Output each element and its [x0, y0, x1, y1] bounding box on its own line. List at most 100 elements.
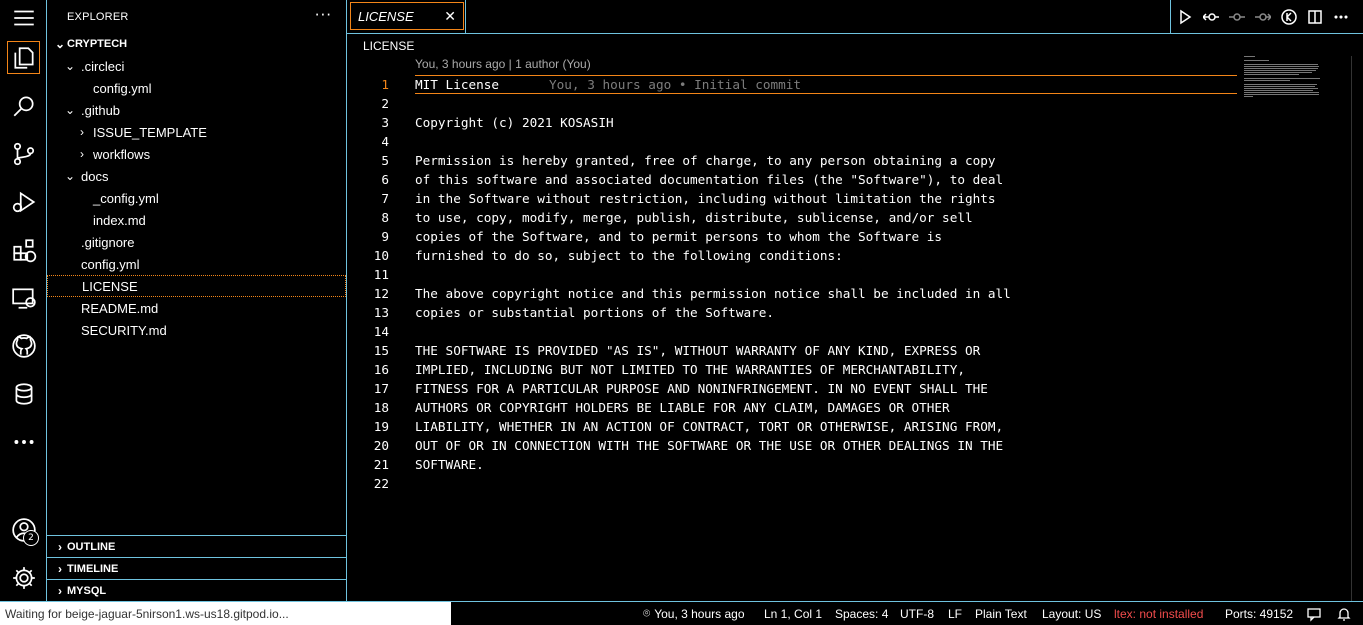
code-line[interactable]: 20 OUT OF OR IN CONNECTION WITH THE SOFTW…	[347, 436, 1237, 455]
next-change-icon[interactable]	[1253, 7, 1273, 27]
line-number: 3	[381, 115, 389, 130]
code-line[interactable]: 4	[347, 132, 1237, 151]
tree-item[interactable]: config.yml	[47, 77, 346, 99]
code-line[interactable]: 8 to use, copy, modify, merge, publish, d…	[347, 208, 1237, 227]
vertical-scrollbar[interactable]	[1351, 56, 1352, 601]
code-line[interactable]: 12 The above copyright notice and this pe…	[347, 284, 1237, 303]
explorer-title: EXPLORER	[67, 10, 129, 23]
split-editor-icon[interactable]	[1305, 7, 1325, 27]
more-icon[interactable]	[7, 425, 40, 458]
notifications-bell-icon[interactable]	[1336, 602, 1352, 625]
close-icon[interactable]: ✕	[444, 8, 456, 25]
minimap-line	[1244, 80, 1290, 81]
explorer-more-button[interactable]: ···	[315, 6, 332, 24]
line-text: THE SOFTWARE IS PROVIDED "AS IS", WITHOU…	[415, 343, 981, 358]
code-line[interactable]: 9 copies of the Software, and to permit p…	[347, 227, 1237, 246]
code-line[interactable]: 13 copies or substantial portions of the …	[347, 303, 1237, 322]
ltex-status[interactable]: ltex: not installed	[1114, 602, 1203, 625]
timeline-label: TIMELINE	[67, 562, 119, 575]
remote-explorer-icon[interactable]	[7, 281, 40, 314]
tree-item[interactable]: .gitignore	[47, 231, 346, 253]
toggle-blame-icon[interactable]	[1279, 7, 1299, 27]
explorer-root-folder[interactable]: ⌄ CRYPTECH	[47, 33, 346, 55]
source-control-icon[interactable]	[7, 137, 40, 170]
line-text: copies of the Software, and to permit pe…	[415, 229, 943, 244]
ports-status[interactable]: Ports: 49152	[1225, 602, 1293, 625]
accounts-icon[interactable]: 2	[7, 513, 40, 546]
tree-item[interactable]: ⌄ .github	[47, 99, 346, 121]
editor-more-icon[interactable]	[1331, 7, 1351, 27]
tree-item[interactable]: _config.yml	[47, 187, 346, 209]
code-line[interactable]: 3 Copyright (c) 2021 KOSASIH	[347, 113, 1237, 132]
tree-item[interactable]: › ISSUE_TEMPLATE	[47, 121, 346, 143]
indentation-status[interactable]: Spaces: 4	[835, 602, 888, 625]
code-line[interactable]: 7 in the Software without restriction, in…	[347, 189, 1237, 208]
remote-status[interactable]: Waiting for beige-jaguar-5nirson1.ws-us1…	[0, 602, 451, 625]
outline-section[interactable]: › OUTLINE	[47, 535, 346, 557]
run-icon[interactable]	[1175, 7, 1195, 27]
previous-change-icon[interactable]	[1227, 7, 1247, 27]
language-mode[interactable]: Plain Text	[975, 602, 1027, 625]
code-line[interactable]: 6 of this software and associated documen…	[347, 170, 1237, 189]
root-folder-label: CRYPTECH	[67, 38, 128, 50]
open-changes-icon[interactable]	[1201, 7, 1221, 27]
tree-item[interactable]: ⌄ .circleci	[47, 55, 346, 77]
code-line[interactable]: 21 SOFTWARE.	[347, 455, 1237, 474]
tree-item[interactable]: config.yml	[47, 253, 346, 275]
eol-status[interactable]: LF	[948, 602, 962, 625]
extensions-icon[interactable]	[7, 233, 40, 266]
breadcrumb[interactable]: LICENSE	[347, 35, 414, 56]
line-number: 14	[373, 324, 389, 339]
blame-codelens[interactable]: You, 3 hours ago | 1 author (You)	[415, 57, 591, 71]
code-editor[interactable]: 1 MIT License You, 3 hours ago • Initial c…	[347, 75, 1237, 493]
minimap[interactable]	[1240, 56, 1322, 101]
tree-item-label: config.yml	[81, 256, 140, 272]
code-line[interactable]: 19 LIABILITY, WHETHER IN AN ACTION OF CON…	[347, 417, 1237, 436]
line-number: 1	[381, 77, 389, 92]
minimap-line	[1244, 74, 1299, 75]
code-line[interactable]: 5 Permission is hereby granted, free of c…	[347, 151, 1237, 170]
database-icon[interactable]	[7, 377, 40, 410]
code-line[interactable]: 1 MIT License You, 3 hours ago • Initial c…	[347, 75, 1237, 94]
menu-icon[interactable]	[7, 1, 40, 34]
code-line[interactable]: 18 AUTHORS OR COPYRIGHT HOLDERS BE LIABLE…	[347, 398, 1237, 417]
github-icon[interactable]	[7, 329, 40, 362]
code-line[interactable]: 2	[347, 94, 1237, 113]
tab-license[interactable]: LICENSE ✕	[350, 2, 464, 30]
blame-status[interactable]: ⌾ You, 3 hours ago	[643, 602, 745, 625]
run-debug-icon[interactable]	[7, 185, 40, 218]
encoding-status[interactable]: UTF-8	[900, 602, 934, 625]
tree-item-label: .github	[81, 102, 121, 118]
code-line[interactable]: 11	[347, 265, 1237, 284]
line-number: 13	[373, 305, 389, 320]
tree-item[interactable]: ⌄ docs	[47, 165, 346, 187]
tree-item[interactable]: SECURITY.md	[47, 319, 346, 341]
code-line[interactable]: 15 THE SOFTWARE IS PROVIDED "AS IS", WITH…	[347, 341, 1237, 360]
outline-label: OUTLINE	[67, 540, 116, 553]
code-line[interactable]: 17 FITNESS FOR A PARTICULAR PURPOSE AND N…	[347, 379, 1237, 398]
cursor-position[interactable]: Ln 1, Col 1	[764, 602, 822, 625]
code-line[interactable]: 16 IMPLIED, INCLUDING BUT NOT LIMITED TO …	[347, 360, 1237, 379]
settings-gear-icon[interactable]	[7, 561, 40, 594]
line-text: furnished to do so, subject to the follo…	[415, 248, 843, 263]
tree-item[interactable]: LICENSE	[47, 275, 346, 297]
code-line[interactable]: 10 furnished to do so, subject to the fol…	[347, 246, 1237, 265]
search-icon[interactable]	[7, 89, 40, 122]
chevron-right-icon: ›	[58, 539, 62, 554]
tree-item[interactable]: README.md	[47, 297, 346, 319]
tree-item[interactable]: index.md	[47, 209, 346, 231]
explorer-icon[interactable]	[7, 41, 40, 74]
minimap-line	[1244, 94, 1319, 95]
minimap-line	[1244, 84, 1317, 85]
keyboard-layout[interactable]: Layout: US	[1042, 602, 1101, 625]
code-line[interactable]: 22	[347, 474, 1237, 493]
tree-item-label: .gitignore	[81, 234, 135, 250]
timeline-section[interactable]: › TIMELINE	[47, 557, 346, 579]
minimap-line	[1244, 60, 1269, 61]
toolbar-divider	[1170, 0, 1171, 34]
breadcrumb-file[interactable]: LICENSE	[363, 39, 414, 53]
mysql-section[interactable]: › MYSQL	[47, 579, 346, 601]
code-line[interactable]: 14	[347, 322, 1237, 341]
feedback-icon[interactable]	[1306, 602, 1322, 625]
tree-item[interactable]: › workflows	[47, 143, 346, 165]
